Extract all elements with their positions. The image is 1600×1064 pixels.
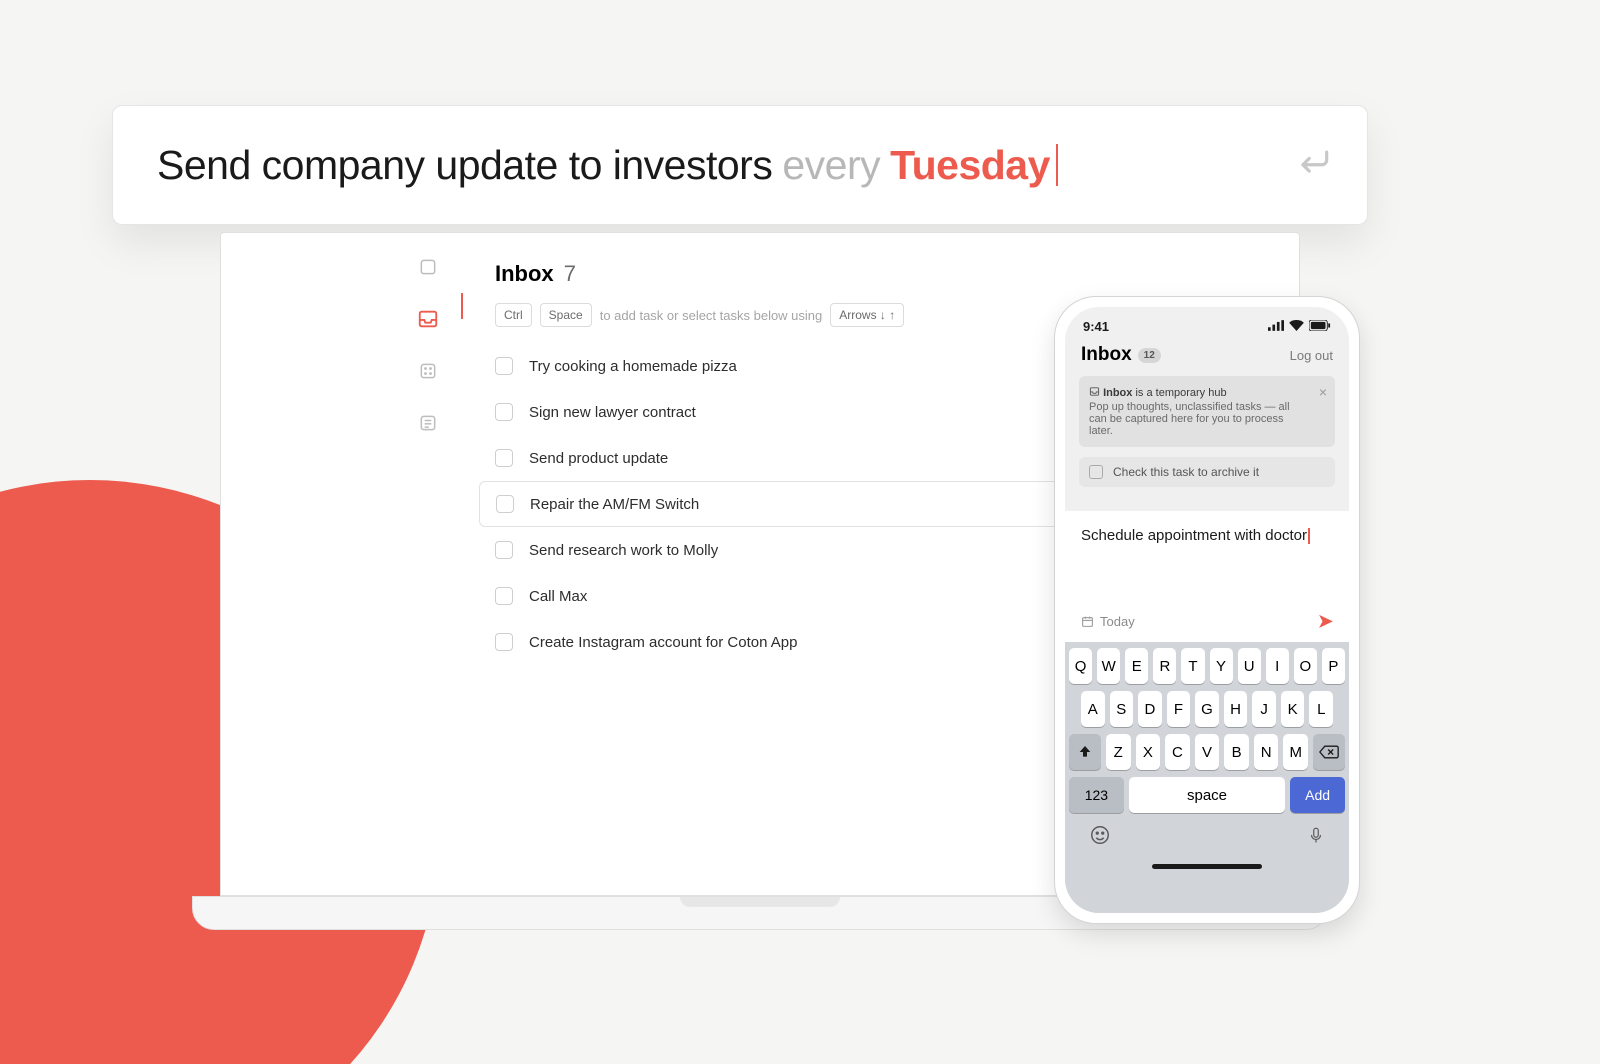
mic-icon[interactable]: [1307, 824, 1325, 851]
kbd-ctrl: Ctrl: [495, 303, 532, 327]
key-shift[interactable]: [1069, 734, 1101, 770]
compose-input[interactable]: Schedule appointment with doctor: [1065, 511, 1349, 603]
key-m[interactable]: M: [1283, 734, 1308, 770]
quick-add-suffix-accent: Tuesday: [890, 142, 1050, 189]
key-j[interactable]: J: [1252, 691, 1276, 727]
key-123[interactable]: 123: [1069, 777, 1124, 813]
key-d[interactable]: D: [1138, 691, 1162, 727]
phone-frame: 9:41 Inbox 12 Log out: [1054, 296, 1360, 924]
key-q[interactable]: Q: [1069, 648, 1092, 684]
status-bar: 9:41: [1065, 307, 1349, 338]
key-t[interactable]: T: [1181, 648, 1204, 684]
checkbox-icon[interactable]: [496, 495, 514, 513]
key-c[interactable]: C: [1165, 734, 1190, 770]
key-a[interactable]: A: [1081, 691, 1105, 727]
key-space[interactable]: space: [1129, 777, 1285, 813]
key-w[interactable]: W: [1097, 648, 1120, 684]
inbox-icon[interactable]: [414, 305, 442, 333]
task-label: Create Instagram account for Coton App: [529, 634, 797, 651]
dashboard-icon[interactable]: [414, 357, 442, 385]
square-icon[interactable]: [414, 253, 442, 281]
key-y[interactable]: Y: [1210, 648, 1233, 684]
key-g[interactable]: G: [1195, 691, 1219, 727]
checkbox-icon[interactable]: [1089, 465, 1103, 479]
checkbox-icon[interactable]: [495, 633, 513, 651]
sample-task[interactable]: Check this task to archive it: [1079, 457, 1335, 487]
today-label: Today: [1100, 614, 1135, 629]
hint-text: to add task or select tasks below using: [600, 308, 823, 323]
task-label: Sign new lawyer contract: [529, 404, 696, 421]
key-u[interactable]: U: [1238, 648, 1261, 684]
page-title-text: Inbox: [495, 261, 554, 286]
task-label: Try cooking a homemade pizza: [529, 358, 737, 375]
close-icon[interactable]: ×: [1319, 384, 1327, 400]
key-z[interactable]: Z: [1106, 734, 1131, 770]
compose-text: Schedule appointment with doctor: [1081, 527, 1307, 544]
signal-icon: [1268, 319, 1284, 334]
caret-icon: [1056, 144, 1058, 186]
key-p[interactable]: P: [1322, 648, 1345, 684]
enter-icon: [1295, 141, 1333, 189]
task-label: Send product update: [529, 450, 668, 467]
send-icon[interactable]: ➤: [1318, 611, 1333, 632]
key-v[interactable]: V: [1195, 734, 1220, 770]
key-b[interactable]: B: [1224, 734, 1249, 770]
task-label: Send research work to Molly: [529, 542, 718, 559]
task-label: Repair the AM/FM Switch: [530, 496, 699, 513]
battery-icon: [1309, 319, 1331, 334]
quick-add-suffix-muted: every: [782, 142, 880, 189]
kbd-arrows: Arrows ↓ ↑: [830, 303, 904, 327]
checkbox-icon[interactable]: [495, 587, 513, 605]
key-l[interactable]: L: [1309, 691, 1333, 727]
quick-add-text: Send company update to investors: [157, 142, 772, 189]
banner-title-bold: Inbox: [1103, 387, 1132, 399]
inbox-count: 7: [564, 261, 576, 286]
checkbox-icon[interactable]: [495, 357, 513, 375]
key-r[interactable]: R: [1153, 648, 1176, 684]
date-chip[interactable]: Today: [1081, 614, 1135, 629]
caret-icon: [1308, 528, 1310, 544]
key-h[interactable]: H: [1224, 691, 1248, 727]
sample-task-label: Check this task to archive it: [1113, 465, 1259, 479]
key-backspace[interactable]: [1313, 734, 1345, 770]
page-title: Inbox 7: [471, 251, 1279, 299]
checkbox-icon[interactable]: [495, 541, 513, 559]
phone-count-badge: 12: [1138, 348, 1161, 363]
emoji-icon[interactable]: [1089, 824, 1111, 851]
key-e[interactable]: E: [1125, 648, 1148, 684]
key-i[interactable]: I: [1266, 648, 1289, 684]
quick-add-input[interactable]: Send company update to investors every T…: [112, 105, 1368, 225]
task-label: Call Max: [529, 588, 587, 605]
active-marker: [461, 293, 463, 319]
wifi-icon: [1289, 319, 1304, 334]
key-x[interactable]: X: [1136, 734, 1161, 770]
sidebar: [403, 253, 453, 437]
status-time: 9:41: [1083, 319, 1109, 334]
key-add[interactable]: Add: [1290, 777, 1345, 813]
keyboard: QWERTYUIOP ASDFGHJKL ZXCVBNM 123 space A…: [1065, 642, 1349, 913]
info-banner: × Inbox is a temporary hub Pop up though…: [1079, 376, 1335, 447]
key-o[interactable]: O: [1294, 648, 1317, 684]
checkbox-icon[interactable]: [495, 403, 513, 421]
key-k[interactable]: K: [1281, 691, 1305, 727]
banner-title-rest: is a temporary hub: [1135, 387, 1226, 399]
key-n[interactable]: N: [1254, 734, 1279, 770]
checkbox-icon[interactable]: [495, 449, 513, 467]
key-s[interactable]: S: [1110, 691, 1134, 727]
phone-title: Inbox: [1081, 344, 1132, 366]
kbd-space: Space: [540, 303, 592, 327]
document-icon[interactable]: [414, 409, 442, 437]
banner-body: Pop up thoughts, unclassified tasks — al…: [1089, 401, 1307, 437]
key-f[interactable]: F: [1167, 691, 1191, 727]
logout-button[interactable]: Log out: [1290, 348, 1333, 363]
home-indicator: [1152, 864, 1262, 869]
